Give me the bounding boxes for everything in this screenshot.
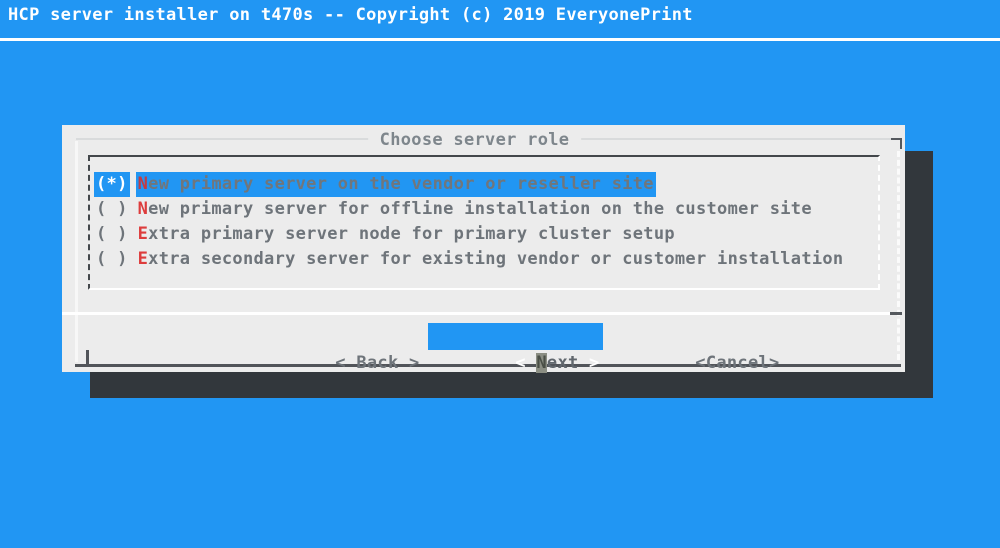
- option-label: New primary server on the vendor or rese…: [136, 172, 656, 197]
- next-button-label: ext: [547, 353, 579, 373]
- button-separator-tick: [890, 312, 902, 315]
- dialog-title: Choose server role: [368, 128, 582, 152]
- hotkey-letter: N: [138, 174, 149, 194]
- radio-unselected-icon[interactable]: ( ): [94, 247, 130, 272]
- option-label: Extra primary server node for primary cl…: [136, 222, 677, 247]
- radio-selected-icon[interactable]: (*): [94, 172, 130, 197]
- option-label: New primary server for offline installat…: [136, 197, 814, 222]
- hotkey-letter: E: [138, 224, 149, 244]
- server-role-option[interactable]: (*)New primary server on the vendor or r…: [94, 172, 878, 197]
- terminal-screen: HCP server installer on t470s -- Copyrig…: [0, 0, 1000, 548]
- dialog-corner-top-right: [891, 138, 902, 149]
- hotkey-letter: E: [138, 249, 149, 269]
- back-button-label: < Back >: [335, 353, 419, 373]
- button-separator: [62, 312, 895, 315]
- hotkey-letter: N: [138, 199, 149, 219]
- radio-unselected-icon[interactable]: ( ): [94, 222, 130, 247]
- hotkey-cursor: N: [536, 353, 547, 373]
- server-role-option[interactable]: ( )New primary server for offline instal…: [94, 197, 878, 222]
- server-role-option[interactable]: ( )Extra secondary server for existing v…: [94, 247, 878, 272]
- next-button[interactable]: < Next >: [428, 323, 603, 350]
- next-button-open-bracket: <: [515, 353, 536, 373]
- back-button[interactable]: < Back >: [251, 323, 420, 350]
- choose-server-role-dialog: Choose server role (*)New primary server…: [62, 125, 905, 372]
- server-role-option[interactable]: ( )Extra primary server node for primary…: [94, 222, 878, 247]
- backtitle: HCP server installer on t470s -- Copyrig…: [8, 3, 693, 27]
- backtitle-rule: [0, 38, 1000, 41]
- cancel-button[interactable]: <Cancel>: [611, 323, 780, 350]
- server-role-list: (*)New primary server on the vendor or r…: [88, 155, 880, 290]
- option-label: Extra secondary server for existing vend…: [136, 247, 846, 272]
- dialog-top-border: Choose server role: [76, 138, 893, 140]
- radio-unselected-icon[interactable]: ( ): [94, 197, 130, 222]
- button-row: < Back > < Next > <Cancel>: [62, 323, 905, 351]
- dialog-corner-bottom-left: [86, 350, 89, 364]
- cancel-button-label: <Cancel>: [695, 353, 779, 373]
- next-button-close-bracket: >: [579, 353, 600, 373]
